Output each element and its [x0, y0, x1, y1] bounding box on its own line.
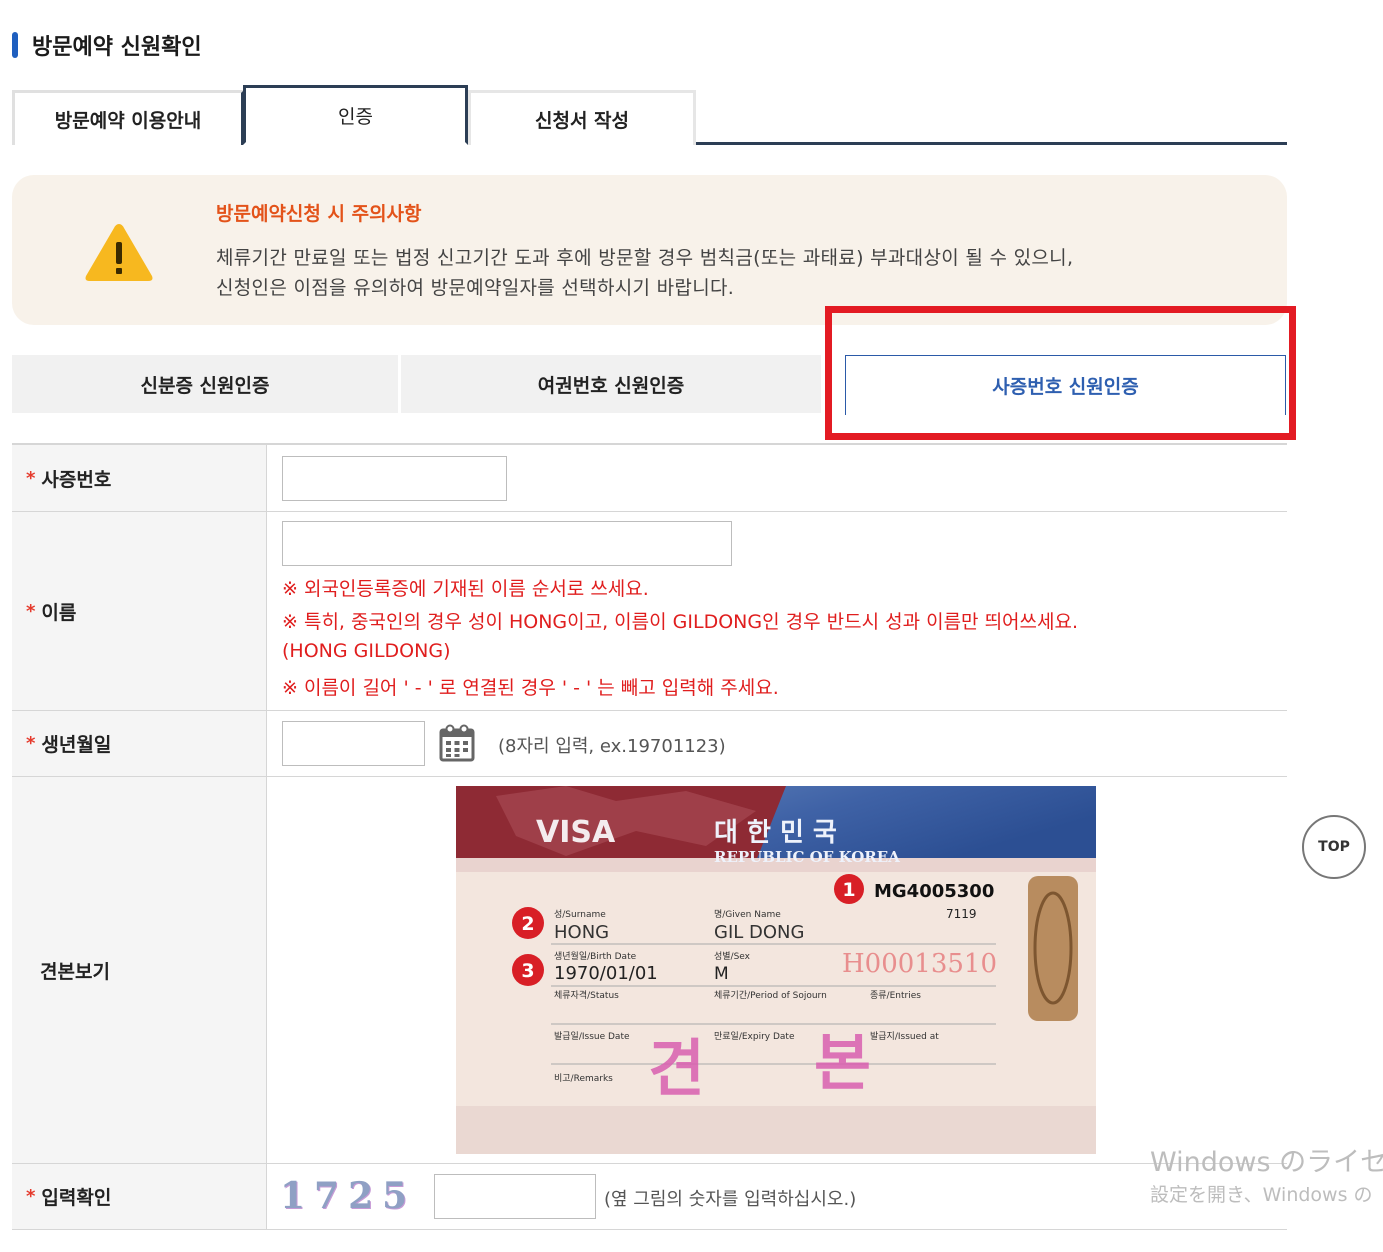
name-label: * 이름 — [12, 512, 267, 710]
name-label-text: 이름 — [41, 601, 77, 624]
sample-label: 견본보기 — [12, 777, 267, 1163]
highlight-box — [825, 306, 1296, 440]
main-tabs: 방문예약 이용안내 인증 신청서 작성 — [12, 85, 1287, 145]
marker-1-text: 1 — [842, 879, 855, 901]
page-title: 방문예약 신원확인 — [12, 28, 202, 62]
period-label: 체류기간/Period of Sojourn — [714, 990, 827, 1001]
captcha-input[interactable] — [434, 1174, 596, 1219]
visa-sub-number: 7119 — [946, 907, 977, 921]
entries-label: 종류/Entries — [870, 990, 921, 1001]
visa-number-sample: MG4005300 — [874, 881, 994, 902]
notice-box: 방문예약신청 시 주의사항 체류기간 만료일 또는 법정 신고기간 도과 후에 … — [12, 175, 1287, 325]
captcha-image: 1725 — [280, 1175, 417, 1217]
tab-passport-auth-label: 여권번호 신원인증 — [537, 374, 685, 397]
tab-id-card-auth[interactable]: 신분증 신원인증 — [12, 355, 398, 413]
name-hint-2: ※ 특히, 중국인의 경우 성이 HONG이고, 이름이 GILDONG인 경우… — [282, 611, 1079, 633]
visa-sample-image: VISA 대 한 민 국 REPUBLIC OF KOREA 1 MG40053… — [456, 786, 1096, 1154]
top-button[interactable]: TOP — [1302, 815, 1366, 879]
status-label: 체류자격/Status — [554, 989, 619, 1001]
marker-2-text: 2 — [521, 913, 534, 935]
visa-number-row: * 사증번호 — [12, 445, 1287, 512]
required-mark: * — [26, 1186, 36, 1207]
name-hint-4: ※ 이름이 길어 ' - ' 로 연결된 경우 ' - ' 는 빼고 입력해 주… — [282, 677, 779, 699]
visa-number-label: * 사증번호 — [12, 445, 267, 511]
notice-text-line2: 신청인은 이점을 유의하여 방문예약일자를 선택하시기 바랍니다. — [216, 277, 735, 299]
top-button-label: TOP — [1318, 839, 1350, 855]
expiry-label: 만료일/Expiry Date — [714, 1031, 795, 1042]
marker-3-text: 3 — [521, 960, 534, 982]
sample-row: 견본보기 VISA 대 한 민 국 REPUBLIC OF KOREA 1 MG… — [12, 777, 1287, 1164]
name-hint-1: ※ 외국인등록증에 기재된 이름 순서로 쓰세요. — [282, 578, 649, 600]
birth-label-sample: 생년월일/Birth Date — [554, 950, 637, 962]
birth-hint: (8자리 입력, ex.19701123) — [498, 736, 726, 757]
tab-guide[interactable]: 방문예약 이용안내 — [12, 90, 244, 145]
serial-number: H00013510 — [842, 949, 997, 979]
birth-value-sample: 1970/01/01 — [554, 963, 658, 984]
country-korean: 대 한 민 국 — [714, 818, 837, 848]
windows-activation-watermark-line2: 設定を開き、Windows の — [1150, 1184, 1373, 1206]
birth-date-input[interactable] — [282, 721, 425, 766]
remarks-label: 비고/Remarks — [554, 1073, 613, 1084]
notice-text-line1: 체류기간 만료일 또는 법정 신고기간 도과 후에 방문할 경우 범칙금(또는 … — [216, 247, 1074, 269]
sample-stamp-2: 본 — [814, 1026, 871, 1099]
tab-application-label: 신청서 작성 — [534, 109, 629, 132]
sample-label-text: 견본보기 — [40, 960, 110, 983]
sex-value: M — [714, 964, 729, 984]
tab-passport-auth[interactable]: 여권번호 신원인증 — [401, 355, 821, 413]
visa-auth-form: * 사증번호 * 이름 ※ 외국인등록증에 기재된 이름 순서로 쓰세요. ※ 특히… — [12, 443, 1287, 1230]
visa-word: VISA — [536, 815, 616, 850]
tab-application[interactable]: 신청서 작성 — [468, 90, 696, 145]
windows-activation-watermark-line1: Windows のライセン — [1150, 1147, 1383, 1178]
captcha-label-text: 입력확인 — [41, 1187, 112, 1209]
birth-label: * 생년월일 — [12, 711, 267, 776]
required-mark: * — [26, 733, 36, 754]
page-title-text: 방문예약 신원확인 — [32, 35, 202, 60]
notice-title: 방문예약신청 시 주의사항 — [216, 203, 422, 225]
tab-auth-label: 인증 — [338, 105, 373, 128]
surname-value: HONG — [554, 922, 609, 943]
given-name-label: 명/Given Name — [714, 909, 781, 920]
visa-number-label-text: 사증번호 — [41, 468, 112, 491]
birth-label-text: 생년월일 — [41, 734, 112, 756]
tab-id-card-auth-label: 신분증 신원인증 — [140, 374, 270, 397]
issued-at-label: 발급지/Issued at — [870, 1031, 939, 1042]
sex-label: 성별/Sex — [714, 951, 751, 962]
calendar-icon[interactable] — [439, 724, 475, 762]
tab-auth[interactable]: 인증 — [243, 85, 468, 145]
name-input[interactable] — [282, 521, 732, 566]
captcha-row: * 입력확인 1725 (옆 그림의 숫자를 입력하십시오.) — [12, 1164, 1287, 1230]
given-name-value: GIL DONG — [714, 922, 804, 943]
captcha-hint: (옆 그림의 숫자를 입력하십시오.) — [604, 1189, 857, 1210]
issue-label: 발급일/Issue Date — [554, 1031, 630, 1042]
required-mark: * — [26, 600, 36, 622]
warning-icon — [85, 224, 153, 281]
name-hint-3: (HONG GILDONG) — [282, 640, 451, 662]
visa-number-input[interactable] — [282, 456, 507, 501]
name-row: * 이름 ※ 외국인등록증에 기재된 이름 순서로 쓰세요. ※ 특히, 중국인의… — [12, 512, 1287, 711]
sample-stamp-1: 견 — [648, 1032, 705, 1105]
birth-row: * 생년월일 (8자리 입력, ex.19701123) — [12, 711, 1287, 777]
country-english: REPUBLIC OF KOREA — [714, 848, 900, 866]
required-mark: * — [26, 467, 36, 489]
title-accent-bar — [12, 32, 18, 58]
tab-guide-label: 방문예약 이용안내 — [54, 109, 202, 132]
captcha-label: * 입력확인 — [12, 1164, 267, 1229]
surname-label: 성/Surname — [554, 909, 606, 920]
